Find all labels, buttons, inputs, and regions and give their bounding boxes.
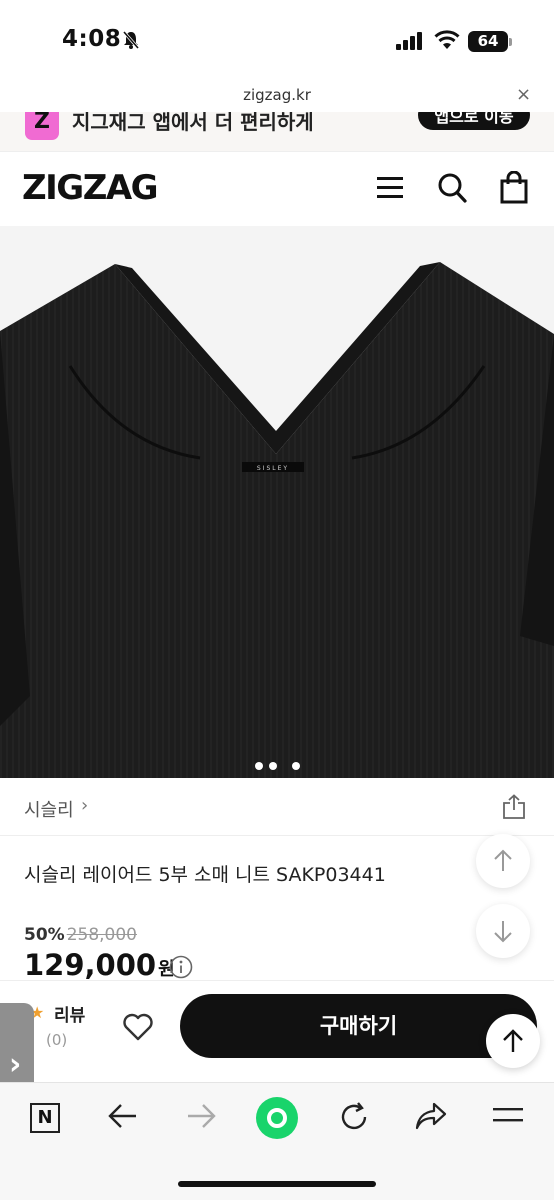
site-header: ZIGZAG (0, 152, 554, 226)
knit-top-illustration: SISLEY (0, 262, 554, 778)
scroll-down-button[interactable] (476, 904, 530, 958)
buy-button[interactable]: 구매하기 (180, 994, 537, 1058)
menu-icon[interactable] (492, 1101, 524, 1129)
arrow-up-icon (494, 849, 512, 871)
menu-icon[interactable] (375, 174, 405, 202)
scroll-to-top-button[interactable] (486, 1014, 540, 1068)
wifi-icon (434, 30, 460, 49)
heart-icon[interactable] (122, 1012, 154, 1042)
open-app-button[interactable]: 앱으로 이동 (418, 112, 530, 130)
info-icon[interactable] (169, 955, 193, 979)
url-text[interactable]: zigzag.kr (0, 86, 554, 104)
close-icon[interactable]: × (516, 84, 531, 105)
arrow-up-icon (503, 1029, 523, 1052)
pagination-dot[interactable] (268, 762, 277, 770)
scroll-up-button[interactable] (476, 834, 530, 888)
arrow-down-icon (494, 921, 512, 943)
home-indicator (178, 1181, 376, 1187)
zigzag-logo[interactable]: ZIGZAG (22, 168, 159, 208)
url-bar[interactable]: zigzag.kr × (0, 80, 554, 112)
pagination-dot[interactable] (291, 762, 300, 770)
product-image[interactable]: SISLEY (0, 226, 554, 778)
refresh-icon[interactable] (338, 1101, 370, 1133)
status-bar: 4:08 64 (0, 0, 554, 80)
original-price: 258,000 (66, 925, 138, 945)
sale-price: 129,000 (24, 948, 157, 982)
battery-tip (509, 38, 512, 46)
share-icon[interactable] (502, 794, 526, 820)
green-window-button[interactable] (256, 1097, 298, 1139)
price-row: 129,000 원 (24, 948, 175, 982)
app-install-banner: Z 지그재그 앱에서 더 편리하게 앱으로 이동 (0, 112, 554, 152)
review-label[interactable]: 리뷰 (54, 1001, 85, 1026)
shopping-bag-icon[interactable] (499, 171, 529, 205)
review-count: (0) (46, 1031, 68, 1049)
chevron-right-icon: › (9, 1047, 22, 1082)
battery-indicator: 64 (468, 31, 508, 52)
garment-label: SISLEY (257, 465, 289, 472)
image-pagination (0, 755, 554, 774)
forward-arrow-icon[interactable] (185, 1101, 217, 1131)
discount-rate: 50% (24, 925, 65, 945)
signal-icon (396, 32, 422, 50)
search-icon[interactable] (437, 172, 467, 204)
bell-muted-icon (122, 31, 140, 49)
banner-text: 지그재그 앱에서 더 편리하게 (72, 112, 314, 134)
zigzag-app-logo: Z (25, 112, 59, 140)
naver-home-icon[interactable]: N (30, 1103, 60, 1133)
brand-name[interactable]: 시슬리 (24, 796, 74, 822)
back-arrow-icon[interactable] (107, 1101, 139, 1131)
purchase-bar: ★ 리뷰 (0) 구매하기 (0, 980, 554, 1082)
product-title: 시슬리 레이어드 5부 소매 니트 SAKP03441 (24, 864, 386, 886)
status-time: 4:08 (62, 26, 122, 52)
chevron-right-icon: › (81, 795, 89, 816)
share-arrow-icon[interactable] (414, 1101, 448, 1131)
discount-row: 50% 258,000 (24, 925, 137, 945)
brand-row[interactable]: 시슬리 › (0, 778, 554, 836)
pagination-dot[interactable] (254, 762, 263, 770)
